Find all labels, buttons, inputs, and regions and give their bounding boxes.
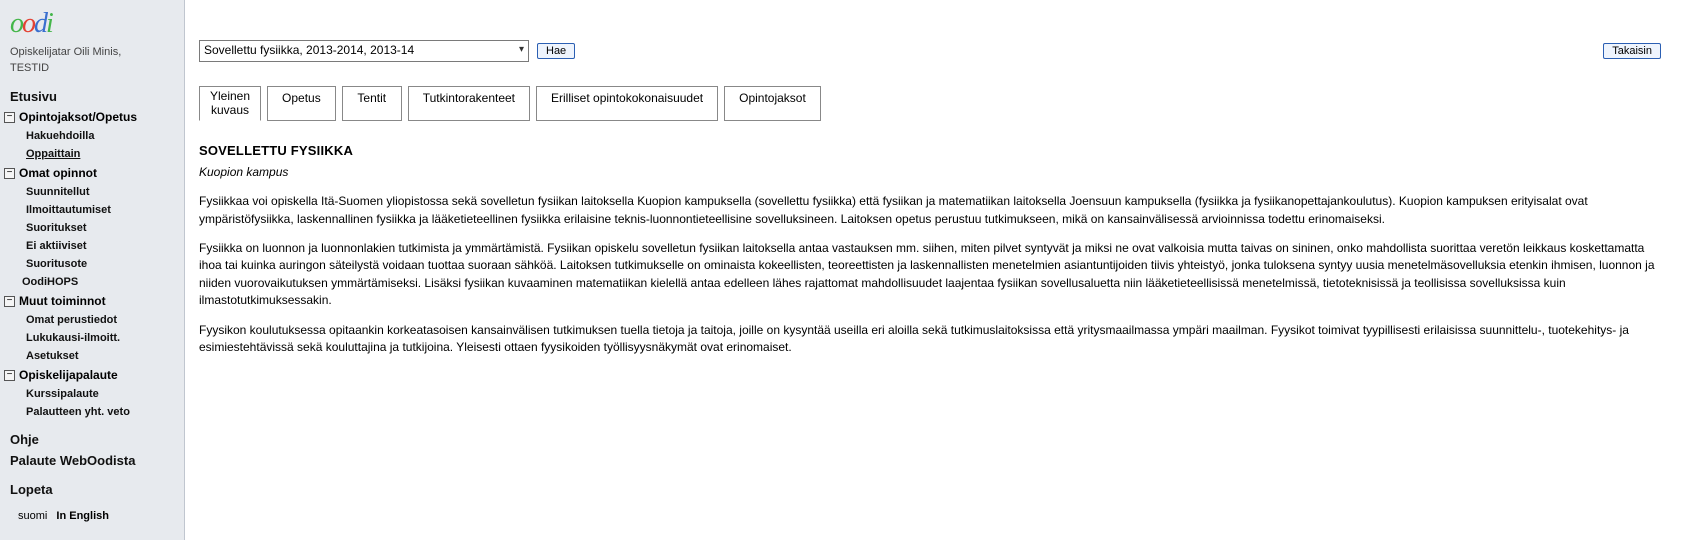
sidebar-item-lukuk[interactable]: Lukukausi-ilmoitt. [0, 329, 184, 347]
collapse-icon: − [4, 296, 15, 307]
sidebar-group-label: Muut toiminnot [19, 294, 106, 308]
sidebar-group-own[interactable]: − Omat opinnot [0, 163, 184, 183]
sidebar-item-oppaittain[interactable]: Oppaittain [0, 145, 184, 163]
sidebar-item-suoritukset[interactable]: Suoritukset [0, 219, 184, 237]
sidebar-item-front[interactable]: Etusivu [0, 86, 184, 107]
sidebar-group-muut[interactable]: − Muut toiminnot [0, 291, 184, 311]
tab-teaching[interactable]: Opetus [267, 86, 336, 121]
sidebar-item-asetukset[interactable]: Asetukset [0, 347, 184, 365]
tabs: Yleinen kuvaus Opetus Tentit Tutkintorak… [199, 86, 1661, 121]
sidebar-item-kurssipal[interactable]: Kurssipalaute [0, 385, 184, 403]
sidebar-group-label: Opiskelijapalaute [19, 368, 118, 382]
tab-general[interactable]: Yleinen kuvaus [199, 86, 261, 121]
sidebar-group-label: Omat opinnot [19, 166, 97, 180]
guide-select[interactable]: Sovellettu fysiikka, 2013-2014, 2013-14 … [199, 40, 529, 62]
sidebar-item-suunnitellut[interactable]: Suunnitellut [0, 183, 184, 201]
sidebar-group-pal[interactable]: − Opiskelijapalaute [0, 365, 184, 385]
collapse-icon: − [4, 168, 15, 179]
sidebar-item-lopeta[interactable]: Lopeta [0, 479, 184, 500]
chevron-down-icon: ▾ [519, 44, 524, 55]
tab-separate-modules[interactable]: Erilliset opintokokonaisuudet [536, 86, 718, 121]
language-switch: suomi In English [0, 500, 184, 532]
paragraph-3: Fyysikon koulutuksessa opitaankin korkea… [199, 322, 1661, 357]
sidebar-item-hakuehdoilla[interactable]: Hakuehdoilla [0, 127, 184, 145]
user-name: Opiskelijatar Oili Minis, [0, 42, 184, 62]
sidebar-item-eiakt[interactable]: Ei aktiiviset [0, 237, 184, 255]
tab-exams[interactable]: Tentit [342, 86, 402, 121]
user-testid: TESTID [0, 62, 184, 78]
paragraph-2: Fysiikka on luonnon ja luonnonlakien tut… [199, 240, 1661, 310]
main: Sovellettu fysiikka, 2013-2014, 2013-14 … [185, 0, 1685, 540]
search-button[interactable]: Hae [537, 43, 575, 59]
tab-degree-structures[interactable]: Tutkintorakenteet [408, 86, 530, 121]
sidebar-item-suoritusote[interactable]: Suoritusote [0, 255, 184, 273]
lang-fi[interactable]: suomi [18, 510, 47, 522]
collapse-icon: − [4, 112, 15, 123]
sidebar-item-palveto[interactable]: Palautteen yht. veto [0, 403, 184, 421]
content: SOVELLETTU FYSIIKKA Kuopion kampus Fysii… [199, 143, 1661, 357]
tab-courses[interactable]: Opintojaksot [724, 86, 821, 121]
sidebar-item-palaute[interactable]: Palaute WebOodista [0, 450, 184, 471]
paragraph-1: Fysiikkaa voi opiskella Itä-Suomen yliop… [199, 193, 1661, 228]
sidebar-item-ohje[interactable]: Ohje [0, 429, 184, 450]
back-button[interactable]: Takaisin [1603, 43, 1661, 59]
page-title: SOVELLETTU FYSIIKKA [199, 143, 1661, 158]
sidebar-item-omatper[interactable]: Omat perustiedot [0, 311, 184, 329]
logo: oodi [0, 0, 184, 42]
collapse-icon: − [4, 370, 15, 381]
sidebar-group-label: Opintojaksot/Opetus [19, 110, 137, 124]
sidebar-item-ilmoitt[interactable]: Ilmoittautumiset [0, 201, 184, 219]
sidebar-group-courses[interactable]: − Opintojaksot/Opetus [0, 107, 184, 127]
page-subtitle: Kuopion kampus [199, 164, 1661, 181]
lang-en[interactable]: In English [56, 510, 109, 522]
guide-select-value: Sovellettu fysiikka, 2013-2014, 2013-14 [204, 43, 414, 57]
sidebar-item-oodihops[interactable]: OodiHOPS [0, 273, 184, 291]
sidebar: oodi Opiskelijatar Oili Minis, TESTID Et… [0, 0, 185, 540]
